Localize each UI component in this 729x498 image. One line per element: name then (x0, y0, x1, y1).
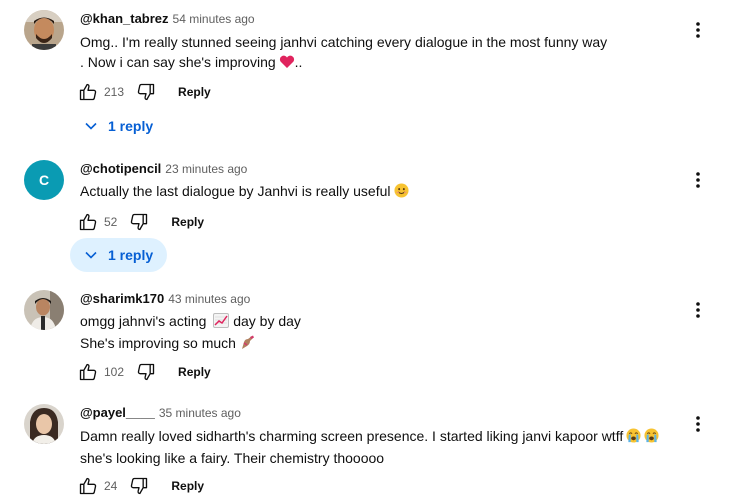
author-name[interactable]: @chotipencil (80, 161, 161, 176)
dislike-button[interactable] (134, 80, 158, 104)
comment-line: Damn really loved sidharth's charming sc… (80, 426, 659, 448)
replies-count-label: 1 reply (108, 118, 154, 134)
chevron-down-icon (85, 251, 97, 259)
author-name[interactable]: @sharimk170 (80, 291, 164, 306)
comment-line: Actually the last dialogue by Janhvi is … (80, 181, 409, 203)
comment-actions: 52 Reply (76, 210, 204, 234)
timestamp[interactable]: 35 minutes ago (159, 406, 241, 420)
comment-actions: 24 Reply (76, 474, 204, 498)
like-count: 102 (104, 365, 125, 379)
like-button[interactable] (76, 80, 100, 104)
replies-count-label: 1 reply (108, 247, 154, 263)
dislike-button[interactable] (134, 360, 158, 384)
thumb-up-icon (79, 363, 97, 381)
like-button[interactable] (76, 210, 100, 234)
more-vert-icon (696, 172, 700, 188)
comment-text: Damn really loved sidharth's charming sc… (80, 426, 659, 468)
comment-line: . Now i can say she's improving.. (80, 52, 607, 74)
comment-text: omgg jahnvi's acting day by day She's im… (80, 311, 301, 355)
reply-button[interactable]: Reply (171, 479, 204, 493)
smile-emoji (393, 183, 409, 203)
like-button[interactable] (76, 360, 100, 384)
avatar-letter: C (38, 172, 50, 188)
comment-header: @chotipencil 23 minutes ago (80, 161, 247, 176)
like-button[interactable] (76, 474, 100, 498)
author-name[interactable]: @payel____ (80, 405, 155, 420)
comment-header: @sharimk170 43 minutes ago (80, 291, 250, 306)
reply-button[interactable]: Reply (178, 365, 211, 379)
comment-actions: 102 Reply (76, 360, 211, 384)
avatar[interactable] (24, 290, 64, 330)
dislike-button[interactable] (127, 474, 151, 498)
view-replies-button[interactable]: 1 reply (70, 238, 168, 272)
like-count: 24 (104, 479, 118, 493)
thumb-down-icon (137, 83, 155, 101)
thumb-down-icon (131, 213, 148, 231)
dislike-button[interactable] (127, 210, 151, 234)
more-actions-button[interactable] (688, 412, 708, 436)
reply-button[interactable]: Reply (178, 85, 211, 99)
chart-emoji (213, 313, 230, 333)
view-replies-button[interactable]: 1 reply (70, 109, 167, 143)
reply-button[interactable]: Reply (171, 215, 204, 229)
comment-line: Omg.. I'm really stunned seeing janhvi c… (80, 34, 608, 50)
comment-text: Omg.. I'm really stunned seeing janhvi c… (80, 32, 607, 74)
thumb-down-icon (137, 363, 155, 381)
comment-header: @payel____ 35 minutes ago (80, 405, 241, 420)
comment-line: She's improving so much (80, 333, 301, 355)
crying-emoji (626, 428, 641, 448)
avatar[interactable] (24, 10, 64, 50)
heart-emoji (279, 54, 295, 74)
chevron-down-icon (85, 122, 97, 130)
nail-polish-emoji (239, 334, 255, 355)
thumb-up-icon (79, 213, 97, 231)
crying-emoji (644, 428, 659, 448)
like-count: 52 (104, 215, 118, 229)
more-actions-button[interactable] (688, 298, 708, 322)
author-name[interactable]: @khan_tabrez (80, 11, 169, 26)
avatar[interactable] (24, 404, 64, 444)
more-actions-button[interactable] (688, 168, 708, 192)
thumb-up-icon (79, 477, 97, 495)
comment-line: omgg jahnvi's acting day by day (80, 311, 301, 333)
more-vert-icon (696, 302, 700, 318)
more-vert-icon (696, 22, 700, 38)
thumb-up-icon (79, 83, 97, 101)
comment-line: she's looking like a fairy. Their chemis… (80, 450, 385, 466)
timestamp[interactable]: 43 minutes ago (168, 292, 250, 306)
more-vert-icon (696, 416, 700, 432)
comment-actions: 213 Reply (76, 80, 211, 104)
timestamp[interactable]: 23 minutes ago (165, 162, 247, 176)
avatar[interactable]: C (24, 160, 64, 200)
like-count: 213 (104, 85, 125, 99)
comment-header: @khan_tabrez 54 minutes ago (80, 11, 255, 26)
more-actions-button[interactable] (688, 18, 708, 42)
comment-text: Actually the last dialogue by Janhvi is … (80, 181, 409, 203)
thumb-down-icon (131, 477, 148, 495)
timestamp[interactable]: 54 minutes ago (173, 12, 255, 26)
